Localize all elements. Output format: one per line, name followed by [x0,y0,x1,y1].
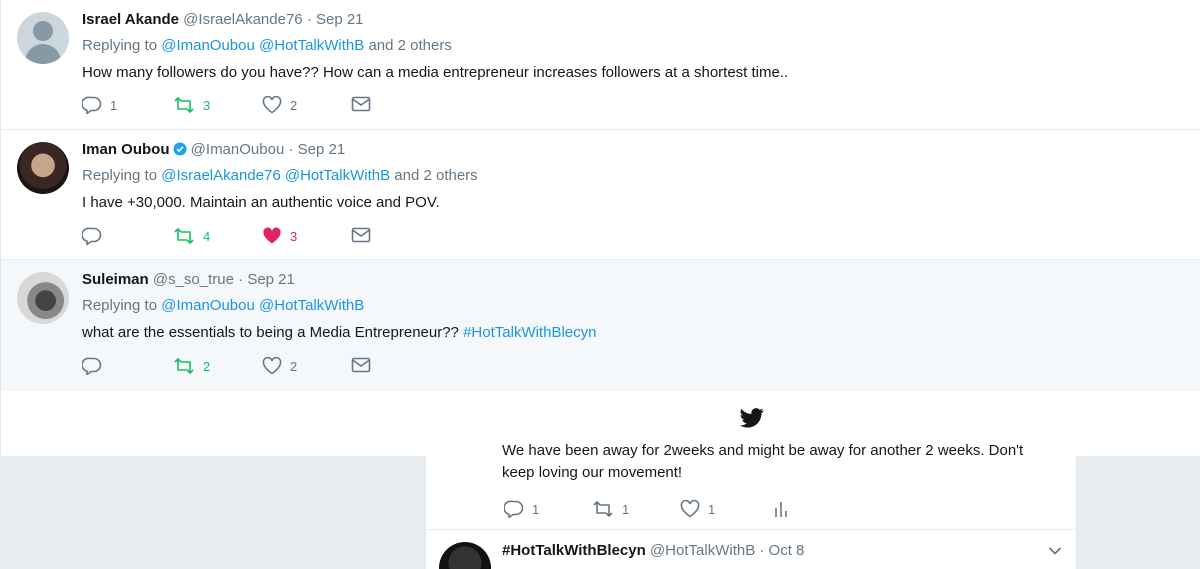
reply-icon [82,227,102,245]
like-button[interactable]: 3 [262,227,297,245]
envelope-icon [351,357,371,373]
tweet-text-clipped: We have been away for 2weeks and might b… [502,442,1024,459]
envelope-icon [351,96,371,112]
retweet-button[interactable]: 2 [173,357,210,375]
tweet-actions: 1 1 1 [504,500,824,522]
retweet-button[interactable]: 3 [173,96,210,114]
chevron-down-icon[interactable] [1048,546,1062,556]
mention-link[interactable]: @HotTalkWithB [259,37,364,54]
retweet-icon [174,228,194,244]
mention-link[interactable]: @ImanOubou [161,297,255,314]
author-handle[interactable]: @s_so_true [153,271,234,288]
avatar[interactable] [17,142,69,194]
tweet-timestamp[interactable]: Oct 8 [769,542,805,559]
direct-message-button[interactable] [351,227,371,243]
author-handle[interactable]: @IsraelAkande76 [183,11,302,28]
direct-message-button[interactable] [351,357,371,373]
analytics-button[interactable] [773,500,789,518]
tweet-israel-akande[interactable]: Israel Akande @IsraelAkande76 · Sep 21 R… [1,0,1200,130]
retweet-button[interactable]: 4 [173,227,210,245]
tweet-timestamp[interactable]: Sep 21 [298,141,346,158]
tweet-text: what are the essentials to being a Media… [82,323,1181,343]
tweet-text: keep loving our movement! [502,464,683,481]
reply-button[interactable]: 1 [82,96,117,114]
reply-icon [82,96,102,114]
mention-link[interactable]: @IsraelAkande76 [161,167,280,184]
direct-message-button[interactable] [351,96,371,112]
separator: · [759,542,765,559]
tweet-timestamp[interactable]: Sep 21 [316,11,364,28]
reply-count: 1 [110,97,118,113]
like-button[interactable]: 2 [262,96,297,114]
retweet-button[interactable]: 1 [592,500,629,518]
retweet-icon [174,358,194,374]
mention-link[interactable]: @ImanOubou [161,37,255,54]
tweet-iman-oubou[interactable]: Iman Oubou @ImanOubou · Sep 21 Replying … [1,130,1200,260]
replying-to: Replying to @ImanOubou @HotTalkWithB and… [82,36,1181,56]
like-button[interactable]: 1 [680,500,715,518]
like-count: 1 [708,501,716,517]
author-name[interactable]: Iman Oubou [82,141,170,158]
tweet-suleiman[interactable]: Suleiman @s_so_true · Sep 21 Replying to… [1,260,1200,390]
retweet-count: 1 [622,501,630,517]
analytics-icon [775,502,787,517]
like-count: 3 [290,228,298,244]
retweet-icon [174,97,194,113]
author-handle[interactable]: @ImanOubou [191,141,285,158]
separator: · [238,271,244,288]
avatar[interactable] [439,542,491,569]
timeline-card: We have been away for 2weeks and might b… [425,442,1077,569]
tweet-actions: 4 3 [82,227,482,249]
replying-to: Replying to @ImanOubou @HotTalkWithB [82,296,1181,316]
conversation-thread: Israel Akande @IsraelAkande76 · Sep 21 R… [0,0,1200,456]
tweet-actions: 2 2 [82,357,482,379]
tweet-text-body: what are the essentials to being a Media… [82,324,459,341]
retweet-icon [593,501,613,517]
like-button[interactable]: 2 [262,357,297,375]
reply-button[interactable]: 1 [504,500,539,518]
avatar[interactable] [17,272,69,324]
like-count: 2 [290,358,298,374]
reply-button[interactable] [82,357,110,375]
tweet-header: #HotTalkWithBlecyn @HotTalkWithB · Oct 8 [502,542,804,559]
reply-button[interactable] [82,227,110,245]
tweet-actions: 1 3 2 [82,96,482,118]
separator: · [306,11,312,28]
envelope-icon [351,227,371,243]
author-name[interactable]: Suleiman [82,271,149,288]
author-handle[interactable]: @HotTalkWithB [650,542,755,559]
retweet-count: 4 [203,228,211,244]
twitter-bird-icon[interactable] [740,408,764,428]
author-name[interactable]: Israel Akande [82,11,179,28]
replying-suffix[interactable]: and 2 others [394,167,477,184]
replying-prefix: Replying to [82,37,158,54]
mention-link[interactable]: @HotTalkWithB [259,297,364,314]
tweet-text: I have +30,000. Maintain an authentic vo… [82,194,440,211]
heart-filled-icon [263,227,281,244]
replying-prefix: Replying to [82,297,158,314]
retweet-count: 2 [203,358,211,374]
separator: · [288,141,294,158]
replying-to: Replying to @IsraelAkande76 @HotTalkWith… [82,166,1181,186]
reply-icon [504,500,524,518]
divider [426,529,1076,530]
tweet-timestamp[interactable]: Sep 21 [247,271,295,288]
like-count: 2 [290,97,298,113]
tweet-text: How many followers do you have?? How can… [82,64,789,81]
heart-icon [262,357,282,375]
heart-icon [262,96,282,114]
retweet-count: 3 [203,97,211,113]
mention-link[interactable]: @HotTalkWithB [285,167,390,184]
author-name[interactable]: #HotTalkWithBlecyn [502,542,646,559]
verified-badge-icon [173,142,186,156]
reply-count: 1 [532,501,540,517]
replying-suffix[interactable]: and 2 others [368,37,451,54]
hashtag-link[interactable]: #HotTalkWithBlecyn [463,324,596,341]
replying-prefix: Replying to [82,167,158,184]
reply-icon [82,357,102,375]
heart-icon [680,500,700,518]
avatar[interactable] [17,12,69,64]
